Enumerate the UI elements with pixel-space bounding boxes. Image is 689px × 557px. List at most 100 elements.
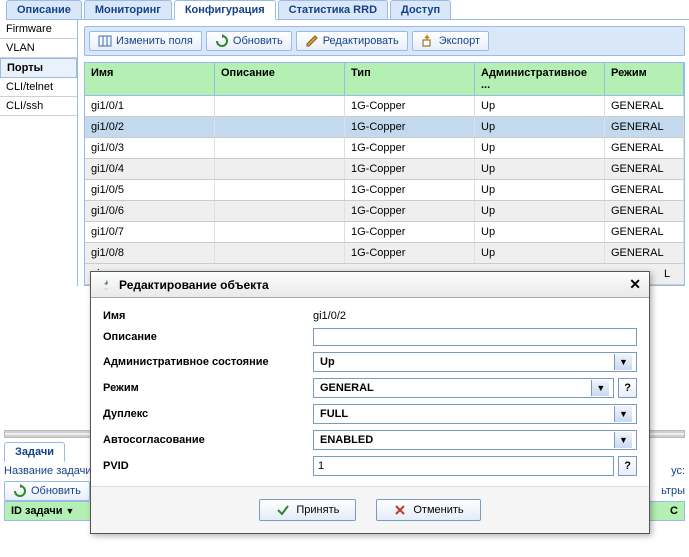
cell-name: gi1/0/4: [85, 159, 215, 179]
table-row[interactable]: gi1/0/41G-CopperUpGENERAL: [85, 159, 684, 180]
chevron-down-icon: ▼: [591, 380, 609, 396]
field-label-mode: Режим: [103, 382, 313, 394]
edit-button[interactable]: Редактировать: [296, 31, 408, 51]
accept-button[interactable]: Принять: [259, 499, 356, 521]
tasks-refresh-button[interactable]: Обновить: [4, 481, 90, 501]
cell-name: gi1/0/1: [85, 96, 215, 116]
table-row[interactable]: gi1/0/71G-CopperUpGENERAL: [85, 222, 684, 243]
grid-body: gi1/0/11G-CopperUpGENERALgi1/0/21G-Coppe…: [85, 96, 684, 264]
cell-mode: GENERAL: [605, 180, 684, 200]
col-header-status-fragment[interactable]: С: [670, 505, 678, 517]
help-button-pvid[interactable]: ?: [618, 456, 637, 476]
cell-mode: GENERAL: [605, 117, 684, 137]
cell-description: [215, 243, 345, 263]
table-row[interactable]: gi1/0/61G-CopperUpGENERAL: [85, 201, 684, 222]
admin-state-value: Up: [318, 356, 335, 368]
cell-admin-state: Up: [475, 180, 605, 200]
admin-state-select[interactable]: Up ▼: [313, 352, 637, 372]
cancel-button[interactable]: Отменить: [376, 499, 480, 521]
tab-access[interactable]: Доступ: [390, 0, 451, 19]
cell-mode: GENERAL: [605, 243, 684, 263]
cell-description: [215, 222, 345, 242]
tasks-refresh-label: Обновить: [31, 485, 81, 497]
tab-configuration[interactable]: Конфигурация: [174, 0, 276, 20]
duplex-select[interactable]: FULL ▼: [313, 404, 637, 424]
accept-label: Принять: [296, 504, 339, 516]
cell-name: gi1/0/7: [85, 222, 215, 242]
refresh-icon: [13, 484, 27, 498]
columns-icon: [98, 34, 112, 48]
col-header-name[interactable]: Имя: [85, 63, 215, 95]
tab-rrd-stats[interactable]: Статистика RRD: [278, 0, 388, 19]
tab-description[interactable]: Описание: [6, 0, 82, 19]
cell-type: 1G-Copper: [345, 201, 475, 221]
mode-select[interactable]: GENERAL ▼: [313, 378, 614, 398]
cell-description: [215, 117, 345, 137]
description-input[interactable]: [313, 328, 637, 346]
cell-name: gi1/0/5: [85, 180, 215, 200]
cancel-icon: [393, 503, 407, 517]
cell-admin-state: Up: [475, 138, 605, 158]
dialog-title-bar[interactable]: Редактирование объекта ✕: [91, 272, 649, 298]
cell-description: [215, 180, 345, 200]
cell-mode: GENERAL: [605, 138, 684, 158]
table-row[interactable]: gi1/0/51G-CopperUpGENERAL: [85, 180, 684, 201]
dialog-title: Редактирование объекта: [119, 278, 269, 292]
cell-mode-partial: L: [664, 268, 678, 280]
edit-object-dialog: Редактирование объекта ✕ Имя gi1/0/2 Опи…: [90, 271, 650, 534]
cell-type: 1G-Copper: [345, 222, 475, 242]
cell-name: gi1/0/6: [85, 201, 215, 221]
cell-mode: GENERAL: [605, 96, 684, 116]
toolbar: Изменить поля Обновить Редактировать Экс…: [84, 26, 685, 56]
export-label: Экспорт: [439, 35, 480, 47]
table-row[interactable]: gi1/0/81G-CopperUpGENERAL: [85, 243, 684, 264]
java-icon: [99, 278, 113, 292]
refresh-icon: [215, 34, 229, 48]
cell-description: [215, 138, 345, 158]
table-row[interactable]: gi1/0/21G-CopperUpGENERAL: [85, 117, 684, 138]
tab-monitoring[interactable]: Мониторинг: [84, 0, 172, 19]
col-header-admin-state[interactable]: Административное ...: [475, 63, 605, 95]
grid-header: Имя Описание Тип Административное ... Ре…: [85, 63, 684, 96]
dialog-close-button[interactable]: ✕: [629, 276, 641, 293]
sidebar-item-firmware[interactable]: Firmware: [0, 20, 77, 39]
col-header-mode[interactable]: Режим: [605, 63, 684, 95]
field-label-admin-state: Административное состояние: [103, 356, 313, 368]
sidebar: Firmware VLAN Порты CLI/telnet CLI/ssh: [0, 20, 78, 286]
edit-fields-button[interactable]: Изменить поля: [89, 31, 202, 51]
status-label-fragment: ус:: [671, 465, 685, 477]
cell-mode: GENERAL: [605, 201, 684, 221]
refresh-button[interactable]: Обновить: [206, 31, 292, 51]
sidebar-item-ports[interactable]: Порты: [0, 58, 77, 78]
refresh-label: Обновить: [233, 35, 283, 47]
sidebar-item-cli-ssh[interactable]: CLI/ssh: [0, 97, 77, 116]
table-row[interactable]: gi1/0/11G-CopperUpGENERAL: [85, 96, 684, 117]
pvid-input[interactable]: [313, 456, 614, 476]
main-tabs: Описание Мониторинг Конфигурация Статист…: [6, 0, 689, 20]
sidebar-item-vlan[interactable]: VLAN: [0, 39, 77, 58]
cell-description: [215, 201, 345, 221]
help-button-mode[interactable]: ?: [618, 378, 637, 398]
cell-admin-state: Up: [475, 222, 605, 242]
field-label-pvid: PVID: [103, 460, 313, 472]
check-icon: [276, 503, 290, 517]
col-header-type[interactable]: Тип: [345, 63, 475, 95]
tab-tasks[interactable]: Задачи: [4, 442, 65, 462]
cell-mode: GENERAL: [605, 159, 684, 179]
table-row[interactable]: gi1/0/31G-CopperUpGENERAL: [85, 138, 684, 159]
cell-admin-state: Up: [475, 243, 605, 263]
cell-admin-state: Up: [475, 117, 605, 137]
chevron-down-icon: ▼: [614, 354, 632, 370]
edit-fields-label: Изменить поля: [116, 35, 193, 47]
cell-name: gi1/0/8: [85, 243, 215, 263]
export-button[interactable]: Экспорт: [412, 31, 489, 51]
field-value-name: gi1/0/2: [313, 310, 637, 322]
dialog-buttons: Принять Отменить: [91, 486, 649, 533]
col-header-description[interactable]: Описание: [215, 63, 345, 95]
field-label-name: Имя: [103, 310, 313, 322]
cell-description: [215, 159, 345, 179]
autoneg-select[interactable]: ENABLED ▼: [313, 430, 637, 450]
chevron-down-icon: ▼: [614, 432, 632, 448]
sidebar-item-cli-telnet[interactable]: CLI/telnet: [0, 78, 77, 97]
duplex-value: FULL: [318, 408, 348, 420]
